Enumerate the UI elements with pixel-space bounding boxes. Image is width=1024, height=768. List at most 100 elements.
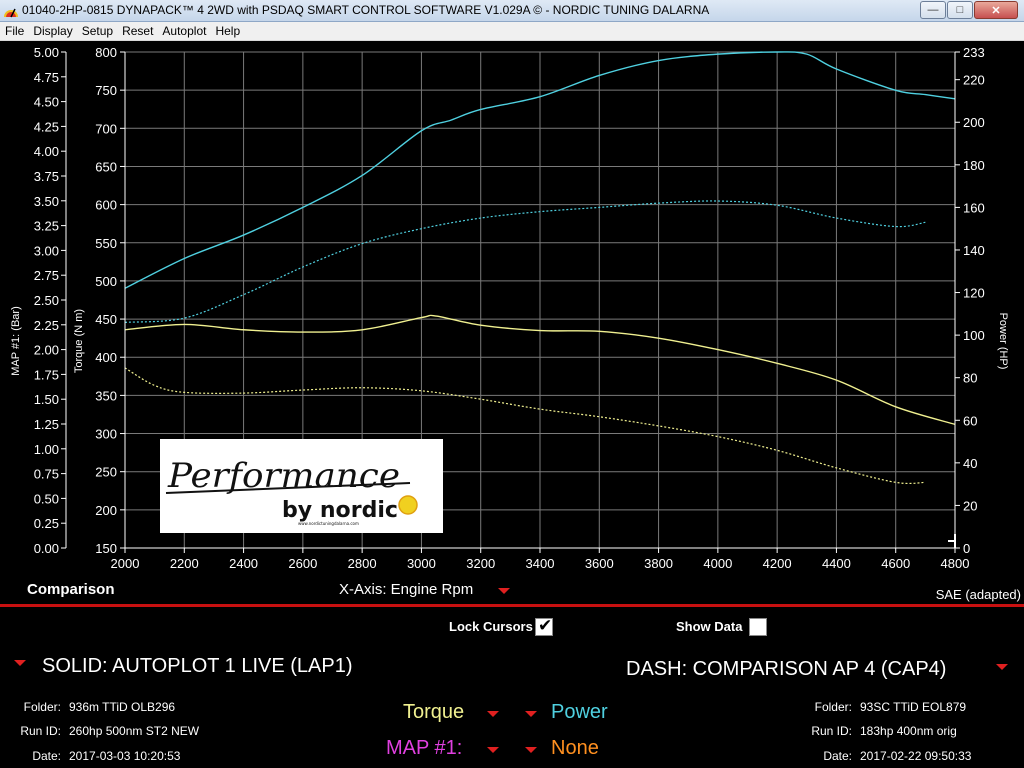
right-runid-key: Run ID: (811, 724, 852, 738)
menu-bar: File Display Setup Reset Autoplot Help (0, 22, 1024, 41)
trace-selector-torque[interactable]: Torque (403, 701, 464, 724)
torque-tick-label: 700 (95, 121, 117, 136)
sae-correction-label: SAE (adapted) (935, 587, 1021, 602)
lock-cursors-label: Lock Cursors (449, 619, 533, 634)
torque-tick-label: 550 (95, 236, 117, 251)
torque-dropdown-icon[interactable] (487, 711, 499, 717)
right-folder-key: Folder: (814, 700, 852, 714)
torque-tick-label: 350 (95, 388, 117, 403)
left-folder-key: Folder: (23, 700, 61, 714)
map-tick-label: 3.25 (34, 219, 59, 234)
map-tick-label: 4.50 (34, 95, 59, 110)
dyno-chart[interactable]: 2000 2200 2400 2600 2800 3000 3200 3400 3600 3800… (0, 41, 1024, 576)
left-date-key: Date: (32, 749, 61, 763)
lock-cursors-checkbox[interactable]: ✔ (535, 616, 553, 636)
left-runid-value: 260hp 500nm ST2 NEW (69, 724, 200, 738)
x-tick-label: 4000 (703, 556, 732, 571)
power-tick-label: 0 (963, 541, 970, 556)
x-tick-label: 4600 (881, 556, 910, 571)
power-tick-label: 220 (963, 73, 985, 88)
dash-run-dropdown-icon[interactable] (996, 664, 1008, 670)
logo-url: www.nordictuningdalarna.com (298, 521, 359, 526)
x-tick-label: 3000 (407, 556, 436, 571)
x-tick-label: 4200 (763, 556, 792, 571)
solid-run-label[interactable]: SOLID: AUTOPLOT 1 LIVE (LAP1) (42, 655, 353, 678)
trace-selector-none[interactable]: None (551, 737, 599, 760)
menu-file[interactable]: File (0, 22, 28, 40)
series-power-dash-line (124, 200, 926, 323)
power-tick-label: 140 (963, 243, 985, 258)
left-runid-key: Run ID: (20, 724, 61, 738)
power-tick-label: 200 (963, 115, 985, 130)
menu-reset[interactable]: Reset (117, 22, 157, 40)
left-date-value: 2017-03-03 10:20:53 (69, 749, 181, 763)
map-tick-label: 1.00 (34, 442, 59, 457)
map-tick-label: 0.25 (34, 516, 59, 531)
torque-tick-label: 400 (95, 350, 117, 365)
map-tick-label: 2.00 (34, 343, 59, 358)
right-date-value: 2017-02-22 09:50:33 (860, 749, 972, 763)
x-tick-label: 3600 (585, 556, 614, 571)
map-tick-label: 2.25 (34, 318, 59, 333)
map-tick-label: 4.25 (34, 119, 59, 134)
map-tick-label: 1.75 (34, 367, 59, 382)
map-axis-label: MAP #1: (Bar) (10, 306, 22, 376)
window-title: 01040-2HP-0815 DYNAPACK™ 4 2WD with PSDA… (22, 3, 710, 17)
x-tick-label: 2200 (170, 556, 199, 571)
logo-sun-icon (398, 495, 418, 515)
left-folder-value: 936m TTiD OLB296 (69, 700, 176, 714)
xaxis-selector-label[interactable]: X-Axis: Engine Rpm (339, 581, 473, 598)
x-tick-label: 4800 (941, 556, 970, 571)
title-bar: 01040-2HP-0815 DYNAPACK™ 4 2WD with PSDA… (0, 0, 1024, 22)
close-button[interactable]: ✕ (974, 1, 1018, 19)
menu-help[interactable]: Help (210, 22, 244, 40)
x-tick-label: 2600 (288, 556, 317, 571)
torque-tick-label: 650 (95, 159, 117, 174)
torque-axis-label: Torque (N m) (73, 309, 85, 373)
x-tick-label: 3200 (466, 556, 495, 571)
x-tick-label: 2000 (111, 556, 140, 571)
torque-tick-label: 300 (95, 427, 117, 442)
trace-selector-power[interactable]: Power (551, 701, 608, 724)
xaxis-dropdown-arrow-icon[interactable] (498, 588, 510, 594)
map-tick-label: 2.50 (34, 293, 59, 308)
x-tick-label: 2800 (348, 556, 377, 571)
x-tick-label: 3800 (644, 556, 673, 571)
panel-divider (0, 604, 1024, 607)
map-tick-label: 3.00 (34, 243, 59, 258)
trace-selector-map[interactable]: MAP #1: (386, 737, 462, 760)
logo-text-performance: Performance (167, 456, 400, 496)
torque-tick-label: 750 (95, 83, 117, 98)
torque-tick-label: 200 (95, 503, 117, 518)
torque-tick-label: 150 (95, 541, 117, 556)
torque-tick-label: 500 (95, 274, 117, 289)
map-dropdown-icon[interactable] (487, 747, 499, 753)
maximize-button[interactable]: □ (947, 1, 973, 19)
minimize-button[interactable]: — (920, 1, 946, 19)
menu-display[interactable]: Display (28, 22, 76, 40)
dash-run-label[interactable]: DASH: COMPARISON AP 4 (CAP4) (626, 658, 946, 681)
solid-run-dropdown-icon[interactable] (14, 660, 26, 666)
power-dropdown-icon[interactable] (525, 711, 537, 717)
torque-tick-label: 450 (95, 312, 117, 327)
power-tick-label: 40 (963, 456, 977, 471)
menu-setup[interactable]: Setup (77, 22, 117, 40)
power-axis-label: Power (HP) (997, 313, 1009, 370)
show-data-checkbox[interactable] (749, 618, 767, 636)
performance-by-nordic-logo: Performance by nordic www.nordictuningda… (160, 439, 443, 533)
menu-autoplot[interactable]: Autoplot (157, 22, 210, 40)
power-tick-label: 80 (963, 371, 977, 386)
none-dropdown-icon[interactable] (525, 747, 537, 753)
map-tick-label: 0.00 (34, 541, 59, 556)
power-tick-label: 20 (963, 498, 977, 513)
power-tick-label: 160 (963, 200, 985, 215)
map-tick-label: 0.75 (34, 467, 59, 482)
map-tick-label: 1.50 (34, 392, 59, 407)
map-tick-label: 4.00 (34, 144, 59, 159)
torque-tick-label: 250 (95, 465, 117, 480)
x-tick-label: 3400 (526, 556, 555, 571)
right-runid-value: 183hp 400nm orig (860, 724, 957, 738)
map-tick-label: 3.50 (34, 194, 59, 209)
logo-text-nordic: by nordic (282, 498, 398, 523)
torque-tick-label: 600 (95, 198, 117, 213)
